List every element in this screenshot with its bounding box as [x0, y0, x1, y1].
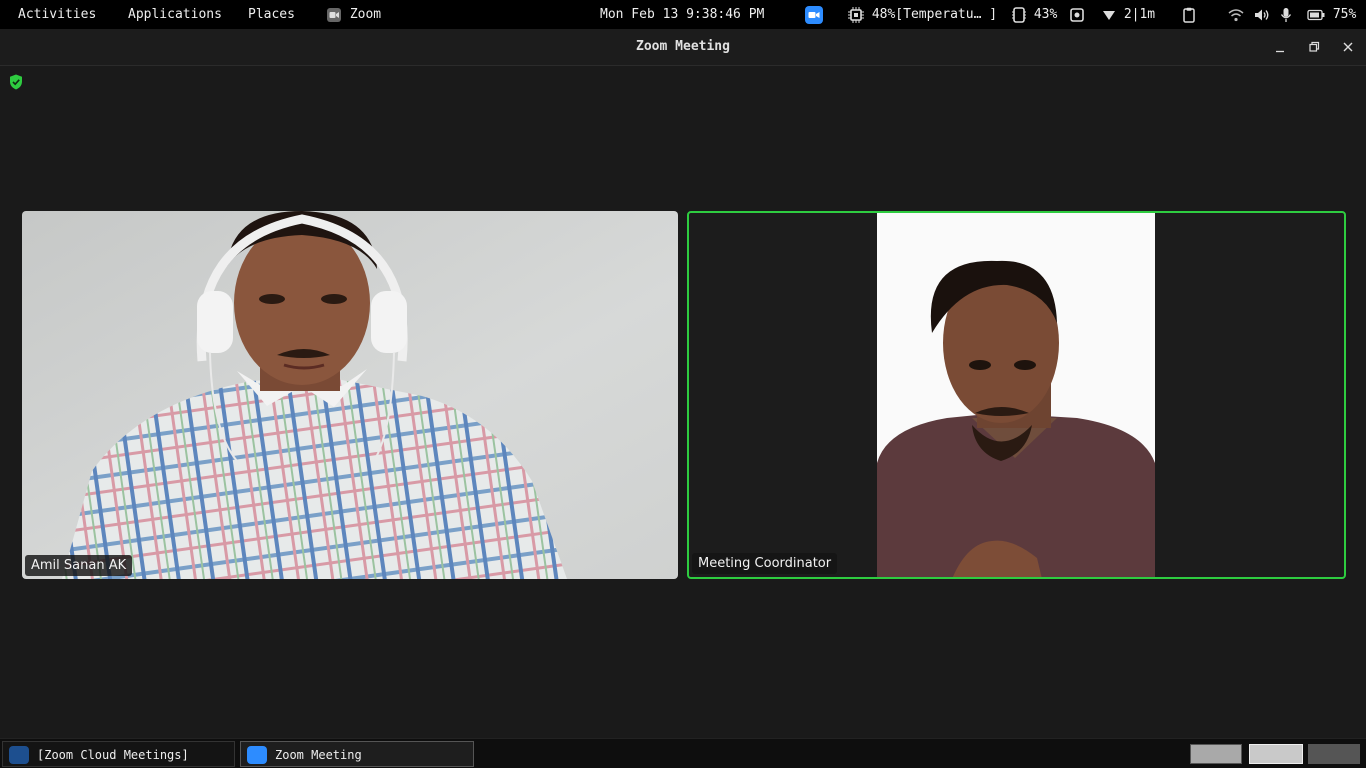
cpu-indicator[interactable]: 48%[Temperatu… ] — [848, 0, 997, 29]
network-label: 2|1m — [1123, 7, 1156, 22]
close-icon[interactable] — [1338, 37, 1358, 57]
network-indicator[interactable]: 2|1m — [1102, 0, 1155, 29]
screenshot-indicator[interactable] — [1070, 0, 1084, 29]
minimize-icon[interactable] — [1270, 37, 1290, 57]
app-menu-label: Zoom — [349, 7, 382, 22]
workspace-3[interactable] — [1308, 744, 1360, 764]
taskbar: [Zoom Cloud Meetings] Zoom Meeting — [0, 738, 1366, 768]
microphone-icon — [1280, 7, 1292, 22]
battery-indicator[interactable]: 75% — [1307, 0, 1356, 29]
participant-video — [22, 211, 678, 579]
wifi-icon — [1228, 8, 1244, 21]
encryption-shield-icon[interactable] — [9, 74, 23, 90]
clipboard-indicator[interactable] — [1182, 0, 1196, 29]
taskbar-item-zoom-cloud-meetings[interactable]: [Zoom Cloud Meetings] — [2, 741, 235, 767]
volume-icon — [1255, 9, 1269, 20]
zoom-tray[interactable] — [805, 0, 823, 29]
clipboard-icon — [1183, 7, 1195, 23]
window-title: Zoom Meeting — [636, 39, 730, 54]
clock[interactable]: Mon Feb 13 9:38:46 PM — [600, 0, 764, 29]
zoom-tray-icon — [805, 5, 823, 24]
network-arrow-icon — [1103, 10, 1115, 20]
workspace-2[interactable] — [1249, 744, 1303, 764]
memory-label: 43% — [1033, 7, 1058, 22]
activities-button[interactable]: Activities — [18, 0, 96, 29]
wifi-status[interactable] — [1228, 0, 1244, 29]
cpu-label: 48%[Temperatu… ] — [871, 7, 998, 22]
participant-name-label: Amil Sanan AK — [25, 555, 133, 576]
taskbar-item-label: [Zoom Cloud Meetings] — [37, 748, 189, 762]
memory-indicator[interactable]: 43% — [1012, 0, 1057, 29]
taskbar-item-zoom-meeting[interactable]: Zoom Meeting — [240, 741, 474, 767]
active-speaker-video-tile[interactable]: Meeting Coordinator — [687, 211, 1346, 579]
disk-icon — [1070, 7, 1084, 22]
zoom-app-icon — [247, 746, 267, 764]
app-menu[interactable]: Zoom — [326, 0, 381, 29]
taskbar-item-label: Zoom Meeting — [275, 748, 362, 762]
cpu-icon — [848, 6, 864, 23]
participant-name-label: Meeting Coordinator — [692, 553, 838, 574]
workspace-1[interactable] — [1190, 744, 1242, 764]
battery-icon — [1307, 9, 1325, 20]
memory-icon — [1012, 6, 1026, 23]
applications-menu[interactable]: Applications — [128, 0, 222, 29]
volume-status[interactable] — [1254, 0, 1270, 29]
top-panel: Activities Applications Places Zoom Mon … — [0, 0, 1366, 29]
battery-label: 75% — [1332, 7, 1357, 22]
places-menu[interactable]: Places — [248, 0, 295, 29]
meeting-view: Amil Sanan AK Meeting Coordinator — [0, 66, 1366, 738]
microphone-status[interactable] — [1280, 0, 1292, 29]
participant-video — [877, 213, 1155, 577]
participant-video-tile[interactable]: Amil Sanan AK — [22, 211, 678, 579]
zoom-app-icon — [9, 746, 29, 764]
window-titlebar[interactable]: Zoom Meeting — [0, 29, 1366, 66]
restore-icon[interactable] — [1304, 37, 1324, 57]
zoom-app-icon — [327, 7, 341, 22]
